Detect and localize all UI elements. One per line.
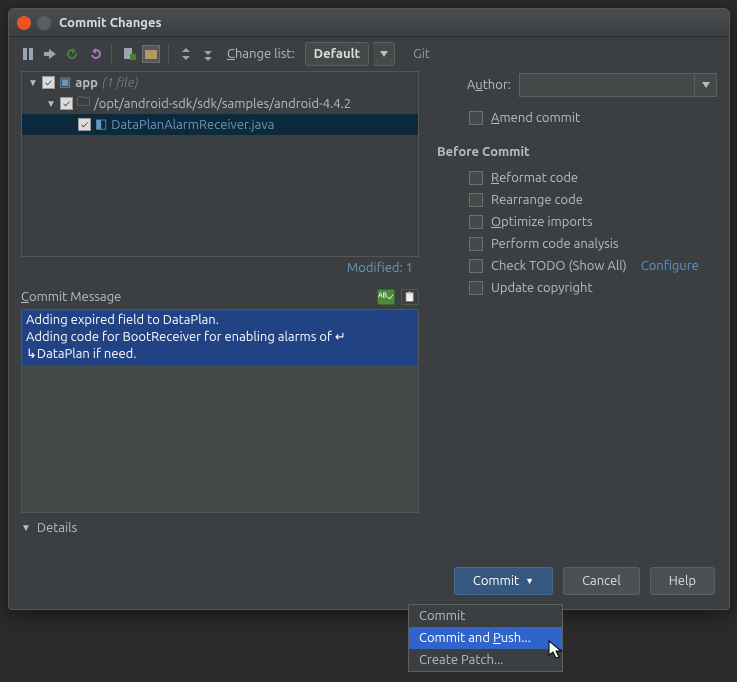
close-icon[interactable] [17,16,31,30]
move-icon[interactable] [41,45,59,63]
change-list-dropdown-icon[interactable] [373,42,395,66]
option-label: Rearrange code [491,193,583,207]
chevron-down-icon[interactable]: ▼ [21,522,31,534]
commit-dropdown-menu: Commit Commit and Push... Create Patch..… [408,604,563,672]
checkbox[interactable] [469,193,483,207]
checkbox[interactable]: ✓ [42,76,55,89]
msg-line: ↳DataPlan if need. [26,346,136,363]
cancel-button[interactable]: Cancel [563,567,640,595]
tree-row-path[interactable]: ▼ ✓ 🗀 /opt/android-sdk/sdk/samples/andro… [22,93,418,114]
change-list-label: Change list: [227,47,295,61]
chevron-down-icon[interactable]: ▼ [46,98,56,110]
checkbox[interactable] [469,281,483,295]
window-buttons [17,16,51,30]
change-list-select[interactable]: Default [305,42,369,66]
option-label: Check TODO (Show All) [491,259,627,273]
toolbar: Change list: Default Git [9,37,729,71]
resize-grip[interactable]: :::: [83,524,419,533]
option-label: Perform code analysis [491,237,619,251]
msg-line: Adding code for BootReceiver for enablin… [26,329,346,346]
new-changelist-icon[interactable] [120,45,138,63]
menu-item-commit-push[interactable]: Commit and Push... [409,627,562,649]
separator [168,44,169,64]
history-icon[interactable]: 📋 [401,289,419,305]
tree-label: /opt/android-sdk/sdk/samples/android-4.4… [94,97,351,111]
revert-icon[interactable] [85,45,103,63]
perform-analysis-option[interactable]: Perform code analysis [469,237,717,251]
folder-icon: 🗀 [77,93,90,115]
help-button[interactable]: Help [650,567,715,595]
commit-button[interactable]: Commit ▼ [454,567,553,595]
group-by-icon[interactable] [142,45,160,63]
button-label: Commit [473,574,519,588]
commit-changes-dialog: Commit Changes Change list: Default Git … [8,8,730,610]
separator [111,44,112,64]
checkbox[interactable] [469,215,483,229]
tree-file-label: DataPlanAlarmReceiver.java [111,118,274,132]
mouse-cursor [548,640,564,660]
checkbox[interactable] [469,237,483,251]
reformat-code-option[interactable]: Reformat code [469,171,717,185]
spellcheck-icon[interactable]: ᴬᴮ✓ [377,289,395,305]
minimize-icon[interactable] [37,16,51,30]
file-tree[interactable]: ▼ ✓ ▣ app (1 file) ▼ ✓ 🗀 /opt/android-sd… [21,71,419,257]
optimize-imports-option[interactable]: Optimize imports [469,215,717,229]
option-label: Amend commit [491,111,580,125]
tree-row-file[interactable]: ✓ ◧ DataPlanAlarmReceiver.java [22,114,418,135]
commit-message-textarea[interactable]: Adding expired field to DataPlan. Adding… [21,309,419,513]
checkbox[interactable]: ✓ [78,118,91,131]
refresh-icon[interactable] [63,45,81,63]
collapse-all-icon[interactable] [199,45,217,63]
tree-label: app [75,76,98,90]
check-todo-option[interactable]: Check TODO (Show All) Configure [469,259,717,273]
author-label: Author: [433,78,511,92]
resize-grip[interactable]: :::: [21,277,419,283]
commit-message-label: Commit Message [21,290,121,304]
menu-item-commit[interactable]: Commit [409,605,562,627]
before-commit-header: Before Commit [437,145,717,159]
checkbox[interactable] [469,111,483,125]
update-copyright-option[interactable]: Update copyright [469,281,717,295]
author-combobox[interactable] [519,73,717,97]
chevron-down-icon[interactable] [694,74,716,96]
checkbox[interactable] [469,171,483,185]
expand-all-icon[interactable] [177,45,195,63]
dialog-title: Commit Changes [59,16,162,30]
option-label: Reformat code [491,171,578,185]
tree-row-app[interactable]: ▼ ✓ ▣ app (1 file) [22,72,418,93]
configure-link[interactable]: Configure [641,259,699,273]
menu-item-create-patch[interactable]: Create Patch... [409,649,562,671]
vcs-label: Git [413,47,430,61]
show-diff-icon[interactable] [19,45,37,63]
checkbox[interactable] [469,259,483,273]
option-label: Update copyright [491,281,593,295]
author-input[interactable] [520,74,694,96]
tree-suffix: (1 file) [102,76,138,90]
rearrange-code-option[interactable]: Rearrange code [469,193,717,207]
details-label[interactable]: Details [37,521,77,535]
java-file-icon: ◧ [95,117,107,132]
modified-count: Modified: 1 [21,257,419,277]
chevron-down-icon: ▼ [525,576,534,586]
dialog-buttons: Commit ▼ Cancel Help [9,559,729,609]
chevron-down-icon[interactable]: ▼ [28,77,38,89]
checkbox[interactable]: ✓ [60,97,73,110]
module-icon: ▣ [59,75,71,90]
msg-line: Adding expired field to DataPlan. [26,312,219,329]
titlebar: Commit Changes [9,9,729,37]
amend-commit-option[interactable]: Amend commit [469,111,717,125]
option-label: Optimize imports [491,215,593,229]
